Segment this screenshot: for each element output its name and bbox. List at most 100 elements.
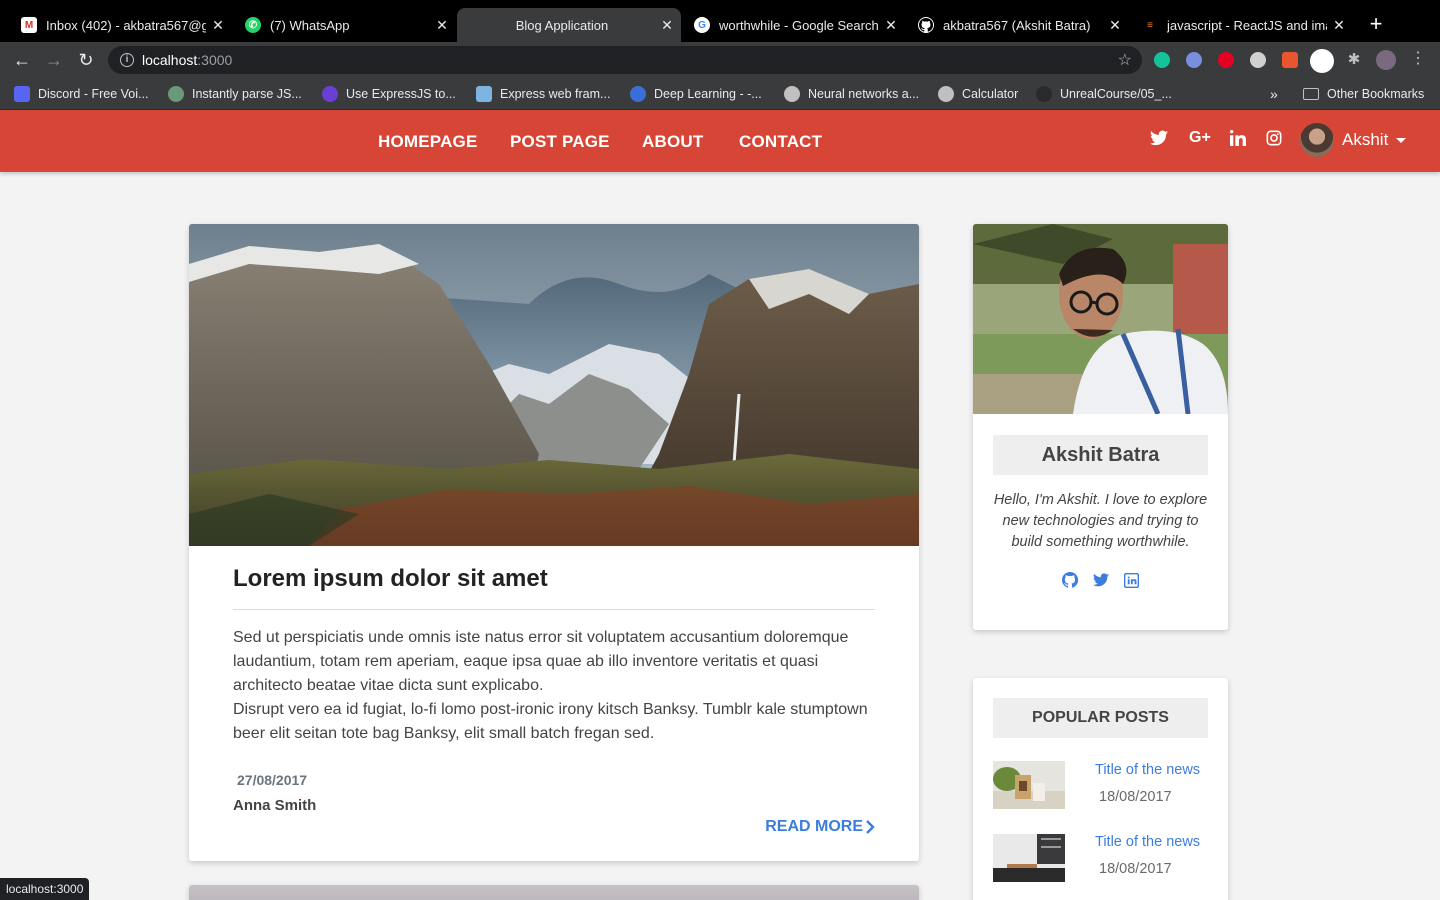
bookmark-label: Deep Learning - -... xyxy=(654,87,762,101)
bookmark-label: Calculator xyxy=(962,87,1019,101)
bookmark-label: UnrealCourse/05_... xyxy=(1060,87,1172,101)
tab-stackoverflow[interactable]: ≡ javascript - ReactJS and ima ✕ xyxy=(1129,8,1353,42)
nav-post-page-link[interactable]: POST PAGE xyxy=(510,132,610,152)
bookmark-item[interactable]: UnrealCourse/05_... xyxy=(1036,85,1172,103)
bookmark-label: Neural networks a... xyxy=(808,87,920,101)
browser-toolbar: ← → ↻ i localhost:3000 ☆ ✱ ⋮ xyxy=(0,42,1440,78)
twitter-icon[interactable] xyxy=(1092,571,1110,589)
user-name: Akshit xyxy=(1342,130,1389,149)
popular-posts-heading: POPULAR POSTS xyxy=(993,698,1208,738)
popular-post-date: 18/08/2017 xyxy=(1099,861,1172,877)
popular-post-date: 18/08/2017 xyxy=(1099,789,1172,805)
tab-title: javascript - ReactJS and ima xyxy=(1167,17,1327,33)
gmail-icon: M xyxy=(21,17,37,33)
globe-icon xyxy=(938,86,954,102)
bookmark-favicon xyxy=(1036,86,1052,102)
bookmark-item[interactable]: Express web fram... xyxy=(476,85,610,103)
bookmark-favicon xyxy=(630,86,646,102)
nav-about-link[interactable]: ABOUT xyxy=(642,132,703,152)
popular-post-thumbnail[interactable] xyxy=(993,834,1065,882)
post-image xyxy=(189,224,919,546)
read-more-label: READ MORE xyxy=(765,818,863,835)
extensions-puzzle-icon[interactable]: ✱ xyxy=(1346,52,1362,68)
profile-photo xyxy=(973,224,1228,414)
bookmark-item[interactable]: Discord - Free Voi... xyxy=(14,85,148,103)
info-icon[interactable]: i xyxy=(120,53,134,67)
extension-icon[interactable] xyxy=(1250,52,1266,68)
twitter-icon[interactable] xyxy=(1150,130,1168,151)
url-text: localhost:3000 xyxy=(142,52,233,68)
profile-social-links xyxy=(973,571,1228,589)
bookmark-item[interactable]: Deep Learning - -... xyxy=(630,85,762,103)
owl-extension-icon[interactable] xyxy=(1310,49,1334,73)
post-image xyxy=(189,885,919,900)
close-tab-icon[interactable]: ✕ xyxy=(1327,17,1351,34)
extension-icon[interactable] xyxy=(1282,52,1298,68)
close-tab-icon[interactable]: ✕ xyxy=(206,17,230,34)
profile-avatar[interactable] xyxy=(1376,50,1396,70)
post-title[interactable]: Lorem ipsum dolor sit amet xyxy=(233,565,548,593)
back-button[interactable]: ← xyxy=(10,48,34,72)
browser-tab-strip: M Inbox (402) - akbatra567@g ✕ ✆ (7) Wha… xyxy=(0,0,1440,42)
reload-button[interactable]: ↻ xyxy=(74,48,98,72)
tab-title: akbatra567 (Akshit Batra) xyxy=(943,17,1091,33)
tab-google-search[interactable]: G worthwhile - Google Search ✕ xyxy=(681,8,905,42)
nav-contact-link[interactable]: CONTACT xyxy=(739,132,822,152)
instagram-icon[interactable] xyxy=(1266,130,1282,151)
address-bar[interactable]: i localhost:3000 ☆ xyxy=(108,46,1142,74)
close-tab-icon[interactable]: ✕ xyxy=(655,17,679,34)
google-icon: G xyxy=(694,17,710,33)
profile-card: Akshit Batra Hello, I'm Akshit. I love t… xyxy=(973,224,1228,630)
post-excerpt: Sed ut perspiciatis unde omnis iste natu… xyxy=(233,626,883,746)
bookmark-label: Discord - Free Voi... xyxy=(38,87,149,101)
discord-icon xyxy=(14,86,30,102)
popular-post-thumbnail[interactable] xyxy=(993,761,1065,809)
close-tab-icon[interactable]: ✕ xyxy=(879,17,903,34)
grammarly-extension-icon[interactable] xyxy=(1154,52,1170,68)
linkedin-icon[interactable] xyxy=(1230,130,1246,151)
site-navbar: HOMEPAGE POST PAGE ABOUT CONTACT G+ Aksh… xyxy=(0,110,1440,172)
bookmark-star-icon[interactable]: ☆ xyxy=(1118,50,1132,70)
forward-button[interactable]: → xyxy=(42,48,66,72)
avatar xyxy=(1300,123,1334,157)
popular-post-title[interactable]: Title of the news xyxy=(1095,762,1200,778)
status-bar-url: localhost:3000 xyxy=(0,878,90,900)
profile-name: Akshit Batra xyxy=(993,435,1208,475)
linkedin-icon[interactable] xyxy=(1123,571,1141,589)
folder-icon xyxy=(1303,88,1319,100)
nav-homepage-link[interactable]: HOMEPAGE xyxy=(378,132,478,152)
read-more-link[interactable]: READ MORE xyxy=(765,818,875,836)
bookmark-label: Use ExpressJS to... xyxy=(346,87,456,101)
google-plus-icon[interactable]: G+ xyxy=(1189,129,1211,147)
quicktype-icon xyxy=(168,86,184,102)
bookmark-item[interactable]: Instantly parse JS... xyxy=(168,85,302,103)
bookmark-favicon xyxy=(476,86,492,102)
new-tab-button[interactable]: + xyxy=(1362,13,1390,37)
bookmark-label: Other Bookmarks xyxy=(1327,87,1425,101)
globe-icon xyxy=(784,86,800,102)
tab-title: (7) WhatsApp xyxy=(270,17,350,33)
post-author: Anna Smith xyxy=(233,797,317,814)
user-menu-dropdown[interactable]: Akshit xyxy=(1300,123,1407,157)
close-tab-icon[interactable]: ✕ xyxy=(430,17,454,34)
popular-post-title[interactable]: Title of the news xyxy=(1095,834,1200,850)
more-bookmarks-icon[interactable]: » xyxy=(1270,85,1278,103)
blocker-extension-icon[interactable] xyxy=(1186,52,1202,68)
chevron-right-icon xyxy=(866,820,875,834)
tab-title: worthwhile - Google Search xyxy=(719,17,879,33)
bookmark-item[interactable]: Use ExpressJS to... xyxy=(322,85,456,103)
tab-gmail[interactable]: M Inbox (402) - akbatra567@g ✕ xyxy=(8,8,232,42)
whatsapp-icon: ✆ xyxy=(245,17,261,33)
pinterest-extension-icon[interactable] xyxy=(1218,52,1234,68)
tab-github[interactable]: akbatra567 (Akshit Batra) ✕ xyxy=(905,8,1129,42)
bookmark-favicon xyxy=(322,86,338,102)
menu-kebab-icon[interactable]: ⋮ xyxy=(1410,50,1426,67)
tab-blog-application[interactable]: Blog Application ✕ xyxy=(457,8,681,42)
close-tab-icon[interactable]: ✕ xyxy=(1103,17,1127,34)
bookmark-label: Instantly parse JS... xyxy=(192,87,302,101)
other-bookmarks-folder[interactable]: Other Bookmarks xyxy=(1303,85,1424,103)
github-icon[interactable] xyxy=(1061,571,1079,589)
bookmark-item[interactable]: Calculator xyxy=(938,85,1018,103)
tab-whatsapp[interactable]: ✆ (7) WhatsApp ✕ xyxy=(232,8,456,42)
bookmark-item[interactable]: Neural networks a... xyxy=(784,85,919,103)
